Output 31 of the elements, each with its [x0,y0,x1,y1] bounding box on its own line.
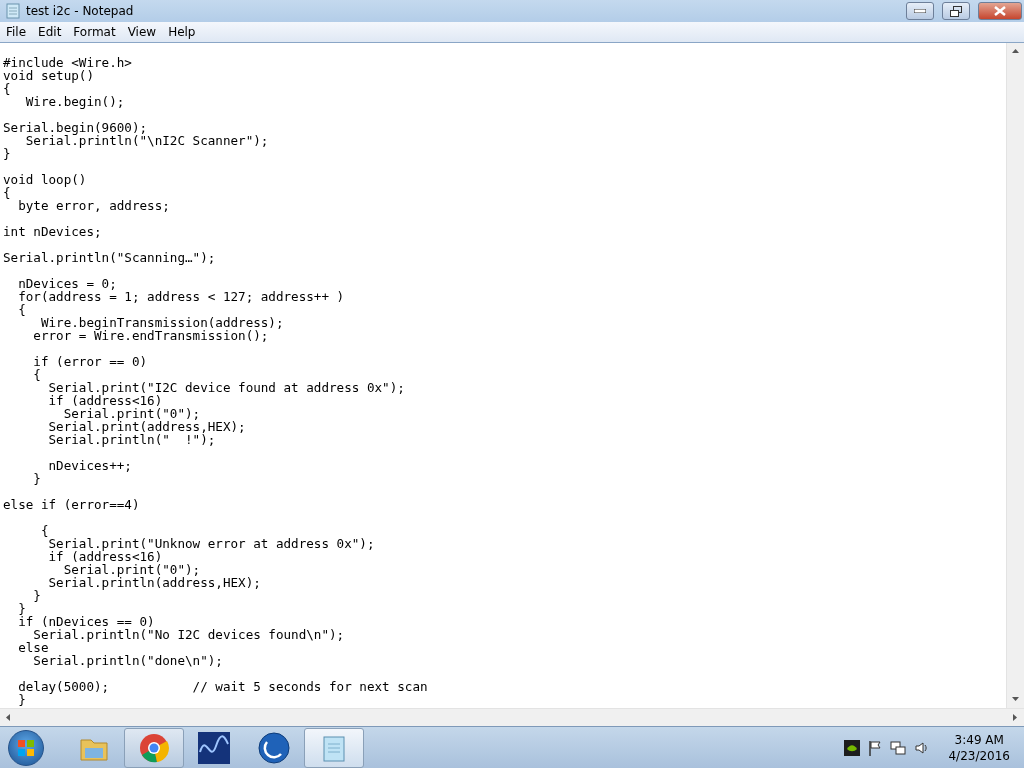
vertical-scrollbar[interactable] [1006,43,1024,708]
close-icon [994,6,1006,16]
close-button[interactable] [978,2,1022,20]
chip-icon[interactable] [844,739,861,756]
network-icon[interactable] [890,739,907,756]
left-arrow-icon[interactable] [4,713,13,722]
minimize-icon [914,9,926,13]
menu-item[interactable]: Edit [32,25,68,39]
menu-item[interactable]: Help [162,25,202,39]
horizontal-scrollbar[interactable] [0,708,1024,726]
restore-icon [950,5,962,17]
menu-item[interactable]: File [0,25,33,39]
windows-logo-icon [17,738,35,757]
right-arrow-icon[interactable] [1011,713,1020,722]
window-title: test i2c - Notepad [26,4,135,18]
circle-logo-icon [258,731,290,764]
taskbar-app-button[interactable] [124,727,184,768]
start-button[interactable] [8,729,44,766]
text-editor[interactable]: #include <Wire.h> void setup() { Wire.begin(); Serial.begin(9600); Serial.println("\nI2C Scanner"); } void loop() { byte error, address; int nDevices; Serial.println("Scanning…"); nDevices = 0; for(address = 1; address < 127; address++ ) { Wire.beginTransmission(address); error = Wire.endTransmission(); if (error == 0) { Serial.print("I2C device found at address 0x"); if (address<16) Serial.print("0"); Serial.print(address,HEX); Serial.println(" !"); nDevices++; } else if (error==4) { Serial.print("Unknow error at address 0x"); if (address<16) Serial.print("0"); Serial.println(address,HEX); } } if (nDevices == 0) Serial.println("No I2C devices found\n"); else Serial.println("done\n"); delay(5000); // wait 5 seconds for next scan } [0,43,1006,708]
menu-item[interactable]: Format [67,25,122,39]
menu-item[interactable]: View [121,25,163,39]
flag-icon[interactable] [868,739,883,756]
browser-icon [139,732,169,763]
clock-time: 3:49 AM [954,731,1004,748]
wave-icon [198,731,230,764]
down-arrow-icon[interactable] [1011,695,1020,704]
up-arrow-icon[interactable] [1011,47,1020,56]
notepad-icon [6,3,20,19]
minimize-button[interactable] [906,2,934,20]
restore-button[interactable] [942,2,970,20]
clock-date: 4/23/2016 [948,747,1010,764]
